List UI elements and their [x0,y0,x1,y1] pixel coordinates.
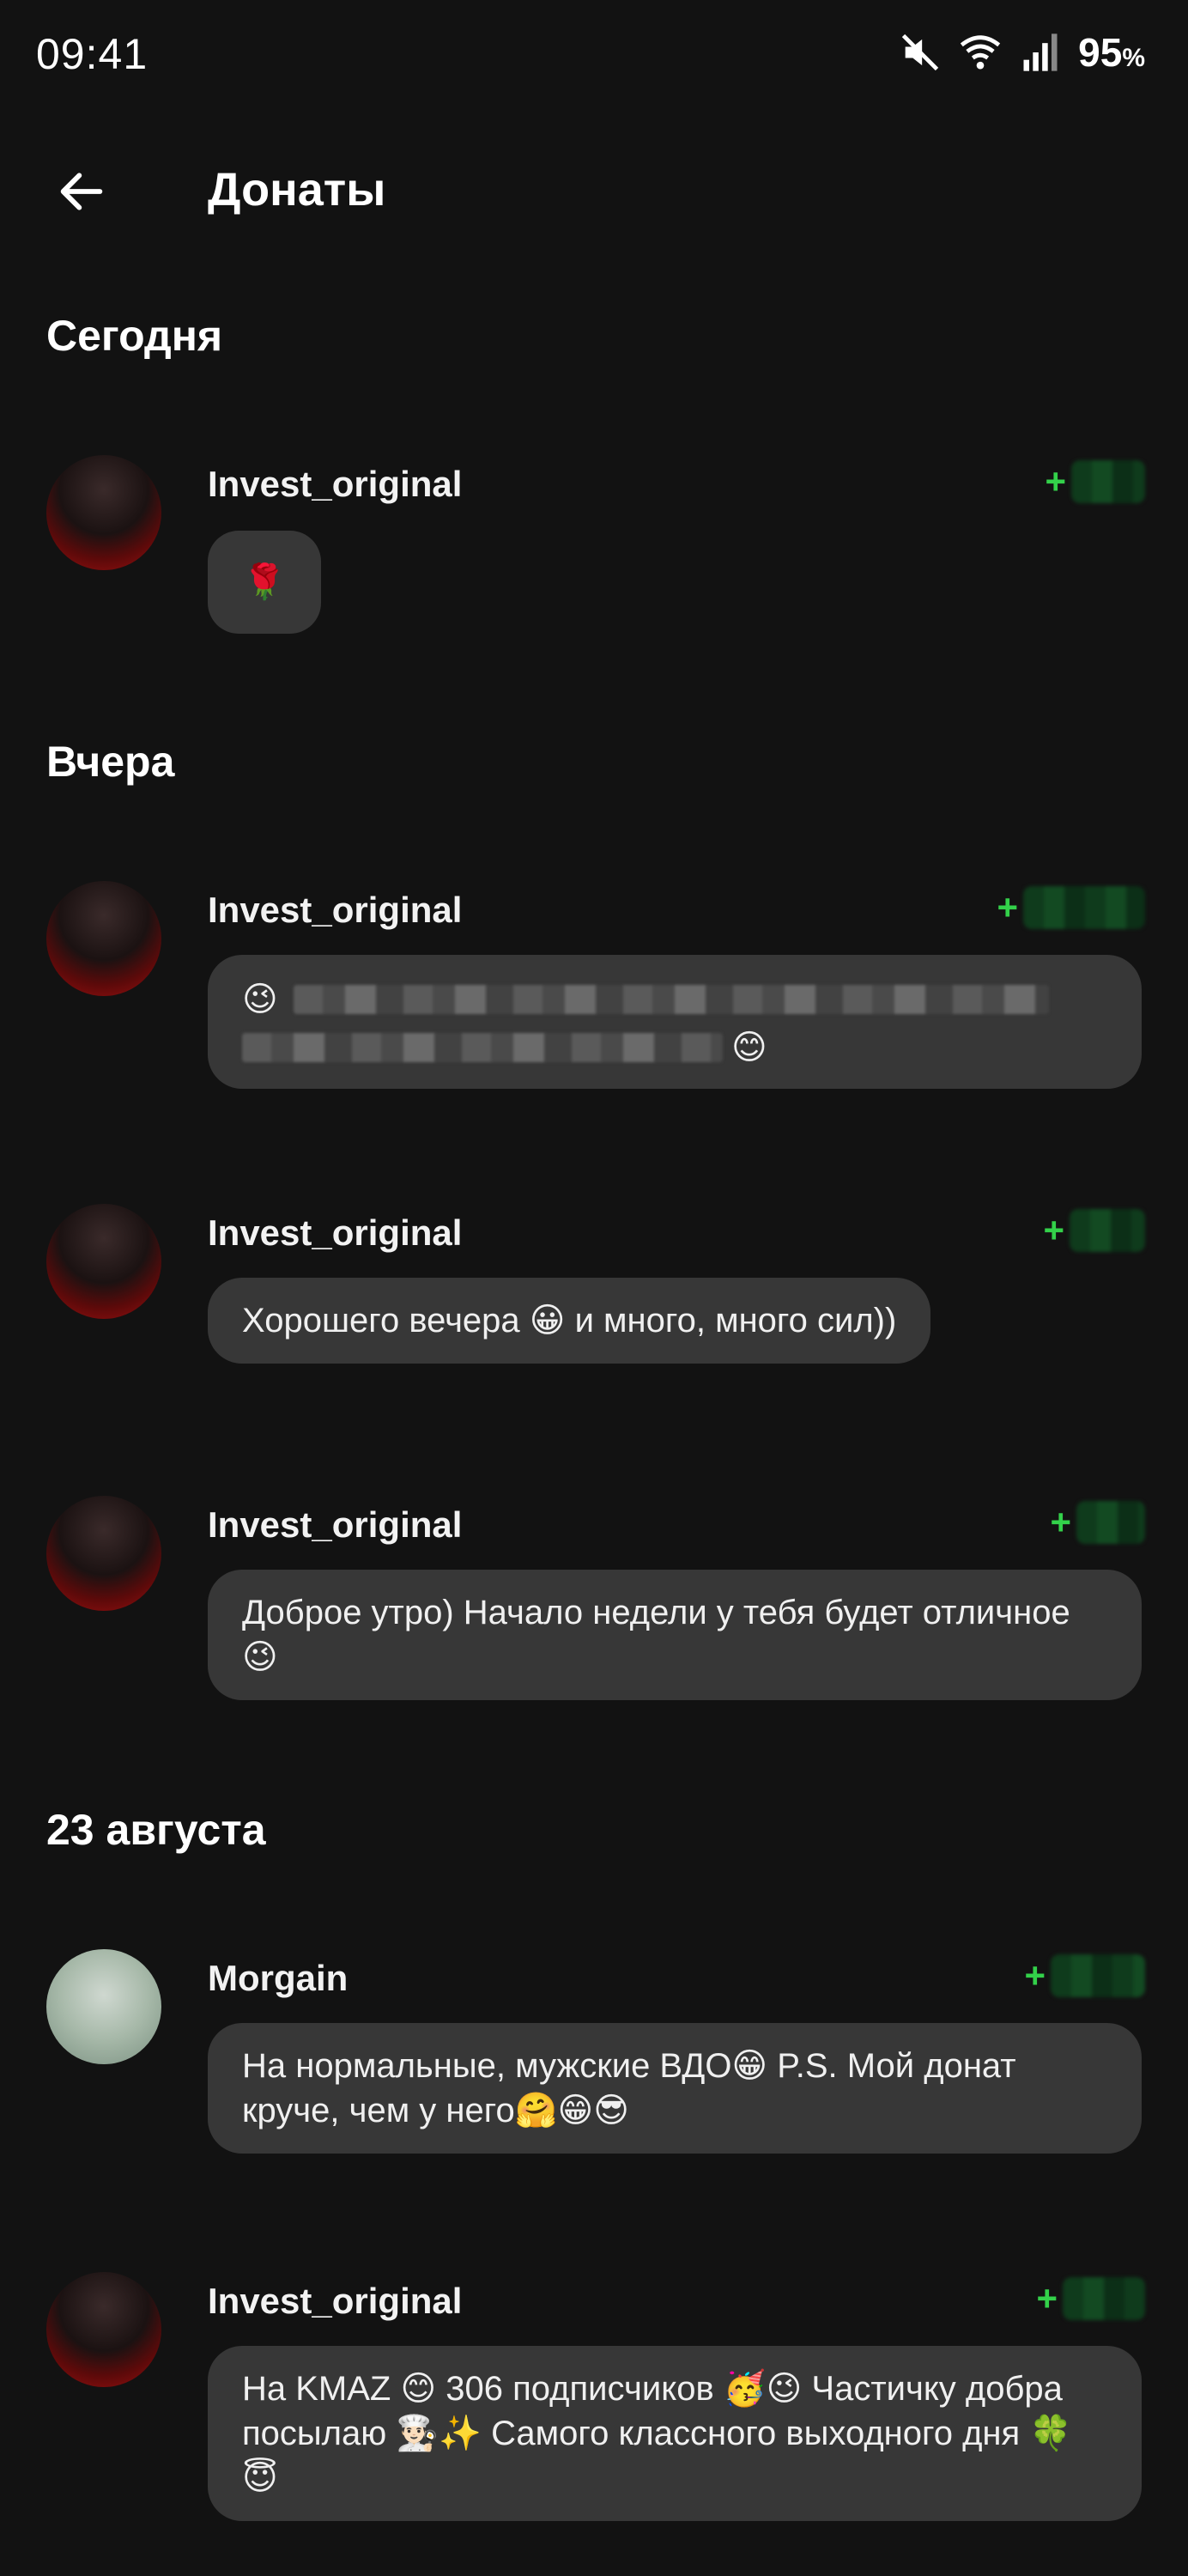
donation-amount: + [1036,2277,1145,2320]
donor-name[interactable]: Invest_original [208,890,462,931]
avatar[interactable] [46,881,161,996]
donation-amount: + [997,886,1145,929]
message-bubble: Хорошего вечера 😀 и много, много сил)) [208,1278,931,1364]
avatar[interactable] [46,1204,161,1319]
section-header-today: Сегодня [46,312,223,360]
amount-redacted [1071,460,1145,503]
avatar[interactable] [46,455,161,570]
donor-name[interactable]: Invest_original [208,1504,462,1546]
donor-name[interactable]: Invest_original [208,2281,462,2322]
donation-amount: + [1045,460,1145,503]
message-redacted [293,985,1049,1014]
message-bubble: 😉 😊 [208,955,1142,1089]
avatar[interactable] [46,1949,161,2064]
donor-name[interactable]: Morgain [208,1958,348,1999]
arrow-left-icon [60,173,103,210]
amount-redacted [1070,1209,1145,1252]
donation-amount: + [1024,1954,1145,1997]
message-emoji: 😉 [242,981,278,1018]
amount-redacted [1051,1954,1145,1997]
donor-name[interactable]: Invest_original [208,464,462,505]
section-header-yesterday: Вчера [46,738,175,786]
donor-name[interactable]: Invest_original [208,1212,462,1254]
message-bubble: На нормальные, мужские ВДО😁 P.S. Мой дон… [208,2023,1142,2154]
donation-amount: + [1043,1209,1145,1252]
message-redacted [242,1033,723,1062]
message-bubble: На KMAZ 😊 306 подписчиков 🥳😉 Частичку до… [208,2346,1142,2521]
page-title: Донаты [208,164,386,216]
donation-amount: + [1050,1501,1145,1544]
status-time: 09:41 [36,30,148,78]
status-bar: 09:41 95% [0,0,1188,112]
section-header-date: 23 августа [46,1806,266,1854]
avatar[interactable] [46,1496,161,1611]
back-button[interactable] [43,153,120,230]
avatar[interactable] [46,2272,161,2387]
message-bubble: 🌹 [208,531,321,634]
message-emoji: 😊 [731,1029,767,1066]
amount-redacted [1063,2277,1145,2320]
amount-redacted [1076,1501,1145,1544]
wifi-icon [960,35,1001,70]
battery-level: 95% [1078,30,1145,75]
app-bar: Донаты [0,137,1188,240]
amount-redacted [1023,886,1145,929]
message-bubble: Доброе утро) Начало недели у тебя будет … [208,1570,1142,1700]
status-icons: 95% [898,29,1145,76]
signal-icon [1023,33,1058,71]
mute-icon [901,33,939,71]
